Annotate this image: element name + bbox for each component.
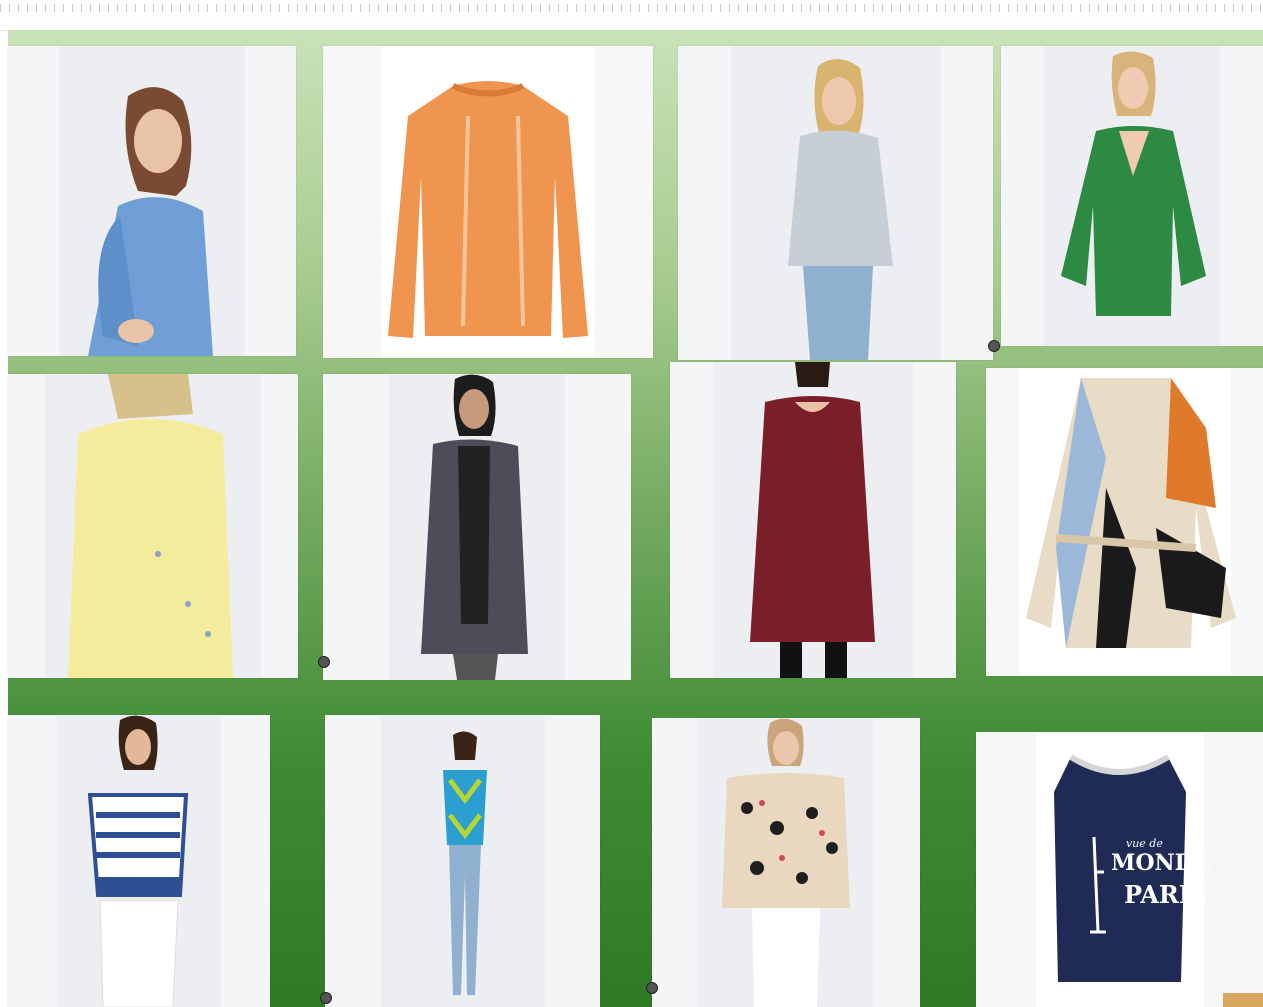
resize-handle[interactable] [988,340,1000,352]
product-tile-patchwork-cardigan[interactable] [986,368,1263,676]
corner-decoration [1223,993,1263,1007]
tank-print-paris: PARIS [1124,880,1208,909]
product-tile-green-sweater[interactable] [1001,46,1263,346]
product-tile-grey-sweater[interactable] [678,46,993,360]
product-tile-leopard-cardigan[interactable] [652,718,920,1007]
tank-print-small: vue de [1126,837,1163,850]
document-ruler [0,0,1263,31]
flat-patchwork-cardigan-image [1026,378,1236,648]
model-yellow-cardigan-image [68,374,233,678]
model-charcoal-cardigan-image [421,374,528,680]
product-tile-orange-sweater[interactable] [323,46,653,358]
model-blue-sweater-image [88,87,213,356]
resize-handle[interactable] [318,656,330,668]
resize-handle[interactable] [646,982,658,994]
model-striped-vest-image [87,715,189,1007]
model-leopard-cardigan-image [722,718,850,1007]
product-tile-argyle-vest[interactable] [325,715,600,1007]
tank-print-monde: MONDE [1111,850,1211,876]
resize-handle[interactable] [320,992,332,1004]
product-tile-striped-vest[interactable] [8,715,270,1007]
model-argyle-vest-image [443,731,487,995]
model-burgundy-dress-image [750,362,875,678]
model-grey-sweater-image [788,58,893,360]
flat-orange-sweater-image [388,81,588,338]
model-green-sweater-image [1061,51,1206,316]
product-tile-burgundy-dress[interactable] [670,362,956,678]
product-tile-blue-sweater[interactable] [8,46,296,356]
product-tile-charcoal-cardigan[interactable] [323,374,631,680]
product-tile-paris-tank[interactable]: vue de MONDE PARIS [976,732,1263,1007]
product-tile-yellow-cardigan[interactable] [8,374,298,678]
